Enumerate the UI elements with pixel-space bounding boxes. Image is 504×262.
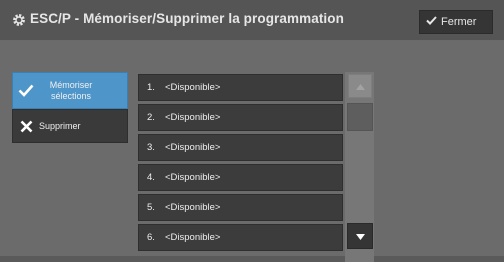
title-bar: ESC/P - Mémoriser/Supprimer la programma… xyxy=(0,0,504,41)
list-item-4[interactable]: 4. <Disponible> xyxy=(138,164,343,191)
check-icon xyxy=(426,16,441,28)
save-selections-label: Mémoriser sélections xyxy=(49,79,93,101)
gear-icon xyxy=(12,13,26,27)
delete-button[interactable]: Supprimer xyxy=(12,109,128,143)
list-item-label: <Disponible> xyxy=(165,82,221,93)
scroll-up-button[interactable] xyxy=(348,74,372,98)
list-item-5[interactable]: 5. <Disponible> xyxy=(138,194,343,221)
list-item-number: 4. xyxy=(147,172,155,183)
list-item-number: 1. xyxy=(147,82,155,93)
list-item-2[interactable]: 2. <Disponible> xyxy=(138,104,343,131)
list-item-label: <Disponible> xyxy=(165,232,221,243)
x-icon xyxy=(13,120,39,133)
list-item-6[interactable]: 6. <Disponible> xyxy=(138,224,343,251)
save-selections-button[interactable]: Mémoriser sélections xyxy=(12,72,128,109)
page-title: ESC/P - Mémoriser/Supprimer la programma… xyxy=(30,11,344,26)
list-item-label: <Disponible> xyxy=(165,112,221,123)
list-item-3[interactable]: 3. <Disponible> xyxy=(138,134,343,161)
scrollbar-thumb[interactable] xyxy=(347,103,373,131)
list-item-label: <Disponible> xyxy=(165,172,221,183)
list-item-number: 2. xyxy=(147,112,155,123)
list-item-number: 3. xyxy=(147,142,155,153)
delete-label: Supprimer xyxy=(39,120,81,131)
list-item-number: 6. xyxy=(147,232,155,243)
list-item-number: 5. xyxy=(147,202,155,213)
scroll-down-button[interactable] xyxy=(347,223,373,249)
check-icon xyxy=(13,84,39,97)
close-button-label: Fermer xyxy=(441,16,477,28)
list-item-label: <Disponible> xyxy=(165,142,221,153)
list-item-1[interactable]: 1. <Disponible> xyxy=(138,74,343,101)
arrow-down-icon xyxy=(355,227,365,245)
main-content: Mémoriser sélections Supprimer 1. <Dispo… xyxy=(0,41,504,262)
list-item-label: <Disponible> xyxy=(165,202,221,213)
close-button[interactable]: Fermer xyxy=(419,10,493,34)
arrow-up-icon xyxy=(355,77,365,95)
